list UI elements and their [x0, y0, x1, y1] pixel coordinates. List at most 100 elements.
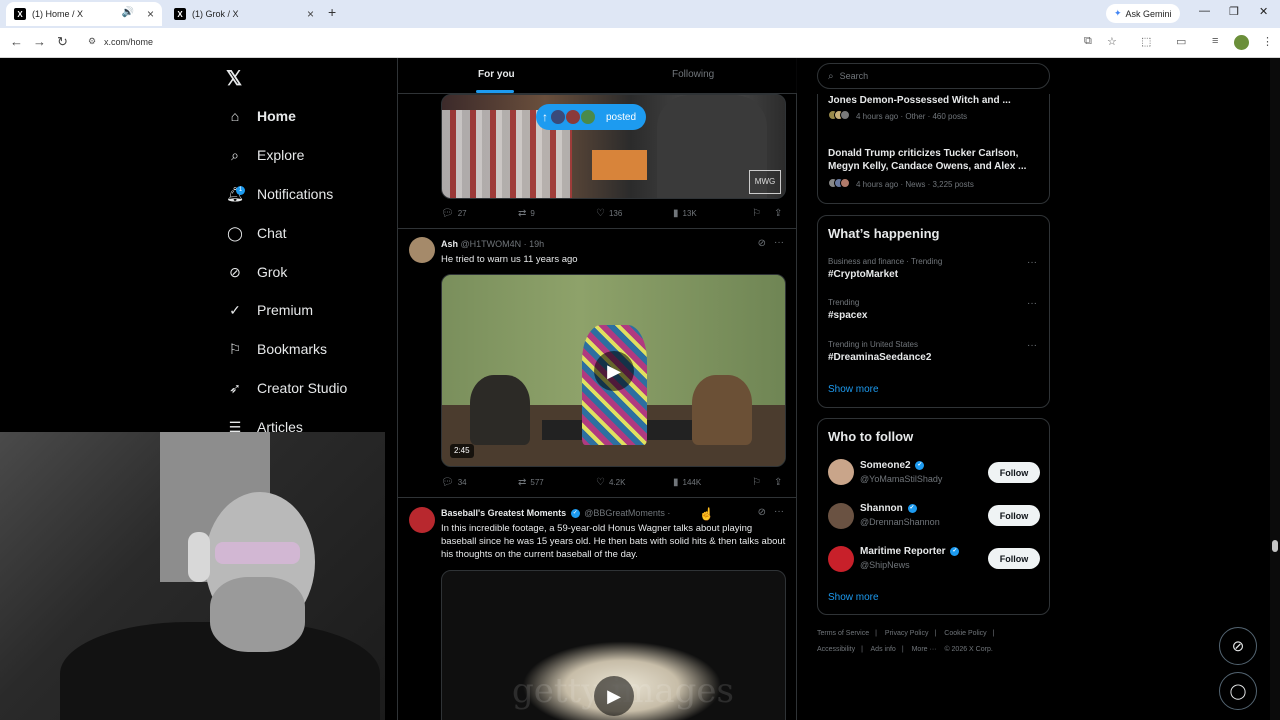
avatar[interactable]: [828, 546, 854, 572]
footer-link[interactable]: Privacy Policy: [885, 630, 929, 637]
avatar[interactable]: [409, 237, 435, 263]
forward-icon[interactable]: →: [33, 34, 46, 49]
bookmark-star-icon[interactable]: ☆: [1107, 35, 1117, 48]
minimize-icon[interactable]: —: [1199, 5, 1210, 17]
account-name[interactable]: Maritime Reporter ✓: [860, 546, 961, 557]
like-button[interactable]: ♡ 136: [596, 208, 622, 219]
footer-link[interactable]: Accessibility: [817, 646, 855, 653]
share-button[interactable]: ⇪: [774, 208, 782, 219]
verified-badge-icon: ✓: [915, 460, 925, 470]
footer-link[interactable]: Ads info: [871, 646, 896, 653]
bookmark-button[interactable]: ⚐: [752, 208, 761, 219]
whats-happening-panel: What’s happening Business and finance · …: [817, 215, 1050, 408]
author-handle[interactable]: @H1TWOM4N · 19h: [461, 239, 545, 249]
nav-chat[interactable]: ◯ Chat: [226, 220, 286, 246]
views-button[interactable]: ▮ 144K: [673, 477, 701, 488]
repost-button[interactable]: ⇄ 9: [518, 208, 535, 219]
like-button[interactable]: ♡ 4.2K: [596, 477, 625, 488]
reply-button[interactable]: 💬︎ 34: [441, 477, 467, 488]
avatar[interactable]: [409, 507, 435, 533]
post-media-video[interactable]: getty images ▶: [441, 570, 786, 720]
nav-label: Explore: [257, 147, 305, 163]
extensions-icon[interactable]: ⬚: [1141, 35, 1151, 48]
reload-icon[interactable]: ↻: [57, 34, 68, 50]
account-handle[interactable]: @DrennanShannon: [860, 517, 940, 527]
search-icon: ⌕: [231, 146, 239, 163]
tab-following[interactable]: Following: [672, 69, 714, 80]
trend-tag[interactable]: #CryptoMarket: [828, 269, 898, 280]
browser-tab-home[interactable]: X (1) Home / X 🔊 ×: [6, 2, 162, 26]
nav-grok[interactable]: ⊘ Grok: [226, 259, 287, 285]
close-tab-icon[interactable]: ×: [307, 7, 314, 21]
tab-for-you[interactable]: For you: [478, 69, 515, 80]
more-icon[interactable]: ···: [1027, 298, 1037, 309]
scrollbar-thumb[interactable]: [1272, 540, 1278, 552]
browser-tab-grok[interactable]: X (1) Grok / X ×: [166, 2, 322, 26]
grok-fab-button[interactable]: ⊘: [1219, 627, 1257, 665]
account-handle[interactable]: @ShipNews: [860, 560, 910, 570]
grok-icon[interactable]: ⊘: [758, 238, 766, 249]
follow-button[interactable]: Follow: [988, 505, 1040, 526]
author-name[interactable]: Ash: [441, 239, 458, 249]
nav-home[interactable]: ⌂ Home: [226, 103, 296, 129]
speaker-icon[interactable]: 🔊: [122, 7, 134, 18]
views-icon: ▮: [673, 477, 679, 488]
avatar[interactable]: [828, 459, 854, 485]
reading-list-icon[interactable]: ≡: [1212, 35, 1218, 47]
author-name[interactable]: Baseball's Greatest Moments: [441, 508, 566, 518]
account-name[interactable]: Someone2 ✓: [860, 460, 926, 471]
play-icon[interactable]: ▶: [594, 676, 634, 716]
like-count: 4.2K: [608, 478, 626, 487]
close-tab-icon[interactable]: ×: [147, 7, 154, 21]
show-more-link[interactable]: Show more: [828, 384, 879, 395]
follow-button[interactable]: Follow: [988, 548, 1040, 569]
back-icon[interactable]: ←: [10, 34, 23, 49]
more-icon[interactable]: ···: [1027, 257, 1037, 268]
nav-notifications[interactable]: 🔔︎ 1 Notifications: [226, 181, 333, 207]
play-icon[interactable]: ▶: [594, 351, 634, 391]
ask-gemini-button[interactable]: ✦ Ask Gemini: [1106, 4, 1180, 23]
close-window-icon[interactable]: ✕: [1259, 5, 1268, 18]
trend-title[interactable]: Jones Demon-Possessed Witch and ...: [828, 94, 1038, 107]
nav-premium[interactable]: ✓ Premium: [226, 297, 313, 323]
follow-button[interactable]: Follow: [988, 462, 1040, 483]
nav-explore[interactable]: ⌕ Explore: [226, 142, 304, 168]
avatar[interactable]: [828, 503, 854, 529]
x-logo-icon[interactable]: 𝕏: [226, 66, 242, 91]
browser-menu-icon[interactable]: ⋮: [1262, 35, 1273, 48]
cast-icon[interactable]: ▭: [1176, 35, 1186, 48]
install-app-icon[interactable]: ⧉: [1084, 35, 1092, 48]
author-handle[interactable]: @BBGreatMoments ·: [584, 508, 670, 518]
show-more-link[interactable]: Show more: [828, 592, 879, 603]
footer-link[interactable]: Cookie Policy: [944, 630, 986, 637]
more-icon[interactable]: ···: [774, 237, 784, 248]
repost-button[interactable]: ⇄ 577: [518, 477, 544, 488]
footer-link[interactable]: Terms of Service: [817, 630, 869, 637]
footer-link[interactable]: More ···: [912, 646, 937, 653]
site-info-icon[interactable]: ⚙: [88, 36, 96, 47]
grok-icon[interactable]: ⊘: [758, 507, 766, 518]
account-handle[interactable]: @YoMamaStilShady: [860, 474, 942, 484]
more-icon[interactable]: ···: [1027, 340, 1037, 351]
reply-button[interactable]: 💬︎ 27: [441, 208, 467, 219]
new-tab-icon[interactable]: +: [328, 4, 336, 20]
profile-avatar[interactable]: [1234, 35, 1249, 50]
maximize-icon[interactable]: ❐: [1229, 5, 1239, 18]
scrollbar[interactable]: [1270, 58, 1280, 720]
views-button[interactable]: ▮ 13K: [673, 208, 697, 219]
bookmark-button[interactable]: ⚐: [752, 477, 761, 488]
post-media-video[interactable]: ▶ 2:45: [441, 274, 786, 467]
trend-title[interactable]: Donald Trump criticizes Tucker Carlson, …: [828, 147, 1038, 173]
nav-bookmarks[interactable]: ⚐ Bookmarks: [226, 336, 327, 362]
more-icon[interactable]: ···: [774, 506, 784, 517]
trend-tag[interactable]: #DreaminaSeedance2: [828, 352, 931, 363]
search-input[interactable]: ⌕ Search: [817, 63, 1050, 89]
nav-creator-studio[interactable]: ➶ Creator Studio: [226, 375, 347, 401]
url-field[interactable]: x.com/home: [104, 37, 153, 47]
copyright: © 2026 X Corp.: [944, 646, 993, 653]
new-posts-pill[interactable]: ↑ posted: [536, 104, 647, 130]
account-name[interactable]: Shannon ✓: [860, 503, 919, 514]
messages-fab-button[interactable]: ◯: [1219, 672, 1257, 710]
trend-tag[interactable]: #spacex: [828, 310, 867, 321]
share-button[interactable]: ⇪: [774, 477, 782, 488]
